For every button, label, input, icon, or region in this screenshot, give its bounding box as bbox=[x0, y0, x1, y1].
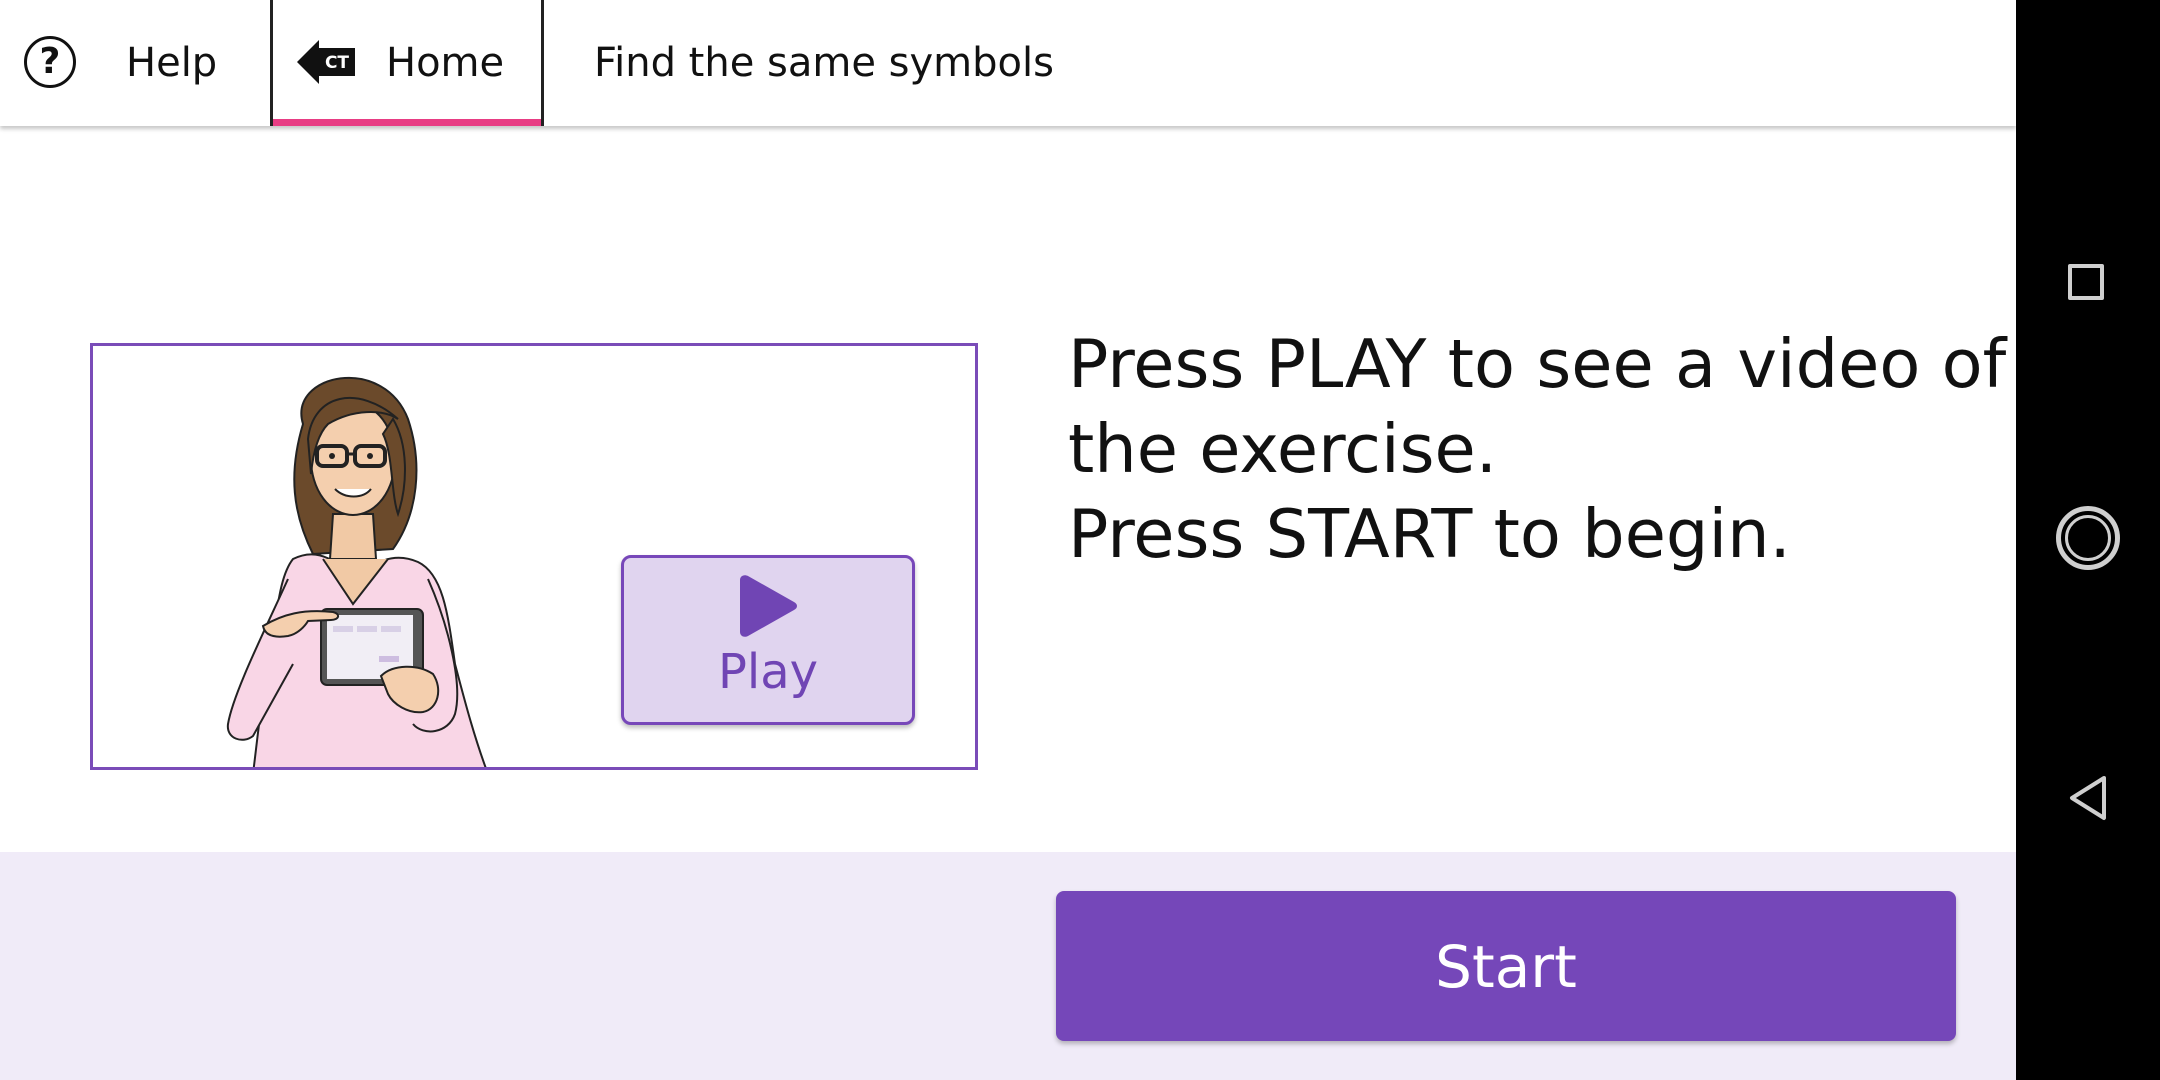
triangle-back-icon[interactable] bbox=[2066, 774, 2110, 822]
square-icon[interactable] bbox=[2068, 264, 2104, 300]
home-icon-badge: CT bbox=[325, 53, 349, 73]
play-button[interactable]: Play bbox=[621, 555, 915, 725]
top-bar: ? Help CT Home Find the same symbols bbox=[0, 0, 2016, 126]
help-button[interactable]: ? Help bbox=[0, 0, 270, 126]
home-button[interactable]: CT Home bbox=[270, 0, 544, 126]
circle-icon[interactable] bbox=[2056, 506, 2120, 570]
back-arrow-ct-icon: CT bbox=[297, 40, 355, 84]
presenter-illustration bbox=[226, 376, 487, 767]
app-screen: ? Help CT Home Find the same symbols Pla… bbox=[0, 0, 2016, 1080]
home-label: Home bbox=[386, 40, 505, 86]
instructions-line-3: Press START to begin. bbox=[1068, 495, 1791, 573]
android-navigation-bar bbox=[2016, 0, 2160, 1080]
help-label: Help bbox=[126, 40, 218, 86]
active-tab-underline bbox=[273, 119, 541, 126]
instructions-line-1: Press PLAY to see a video of bbox=[1068, 325, 2007, 403]
start-label: Start bbox=[1435, 933, 1577, 1001]
page-title: Find the same symbols bbox=[594, 40, 1054, 86]
question-circle-icon: ? bbox=[24, 36, 76, 88]
video-preview-panel: Play bbox=[90, 343, 978, 770]
play-label: Play bbox=[717, 644, 819, 700]
instructions-line-2: the exercise. bbox=[1068, 410, 1498, 488]
start-button[interactable]: Start bbox=[1056, 891, 1956, 1041]
play-triangle-icon bbox=[740, 575, 797, 637]
bottom-action-bar: Start bbox=[0, 852, 2016, 1080]
instructions-text: Press PLAY to see a video of the exercis… bbox=[1068, 322, 2007, 577]
